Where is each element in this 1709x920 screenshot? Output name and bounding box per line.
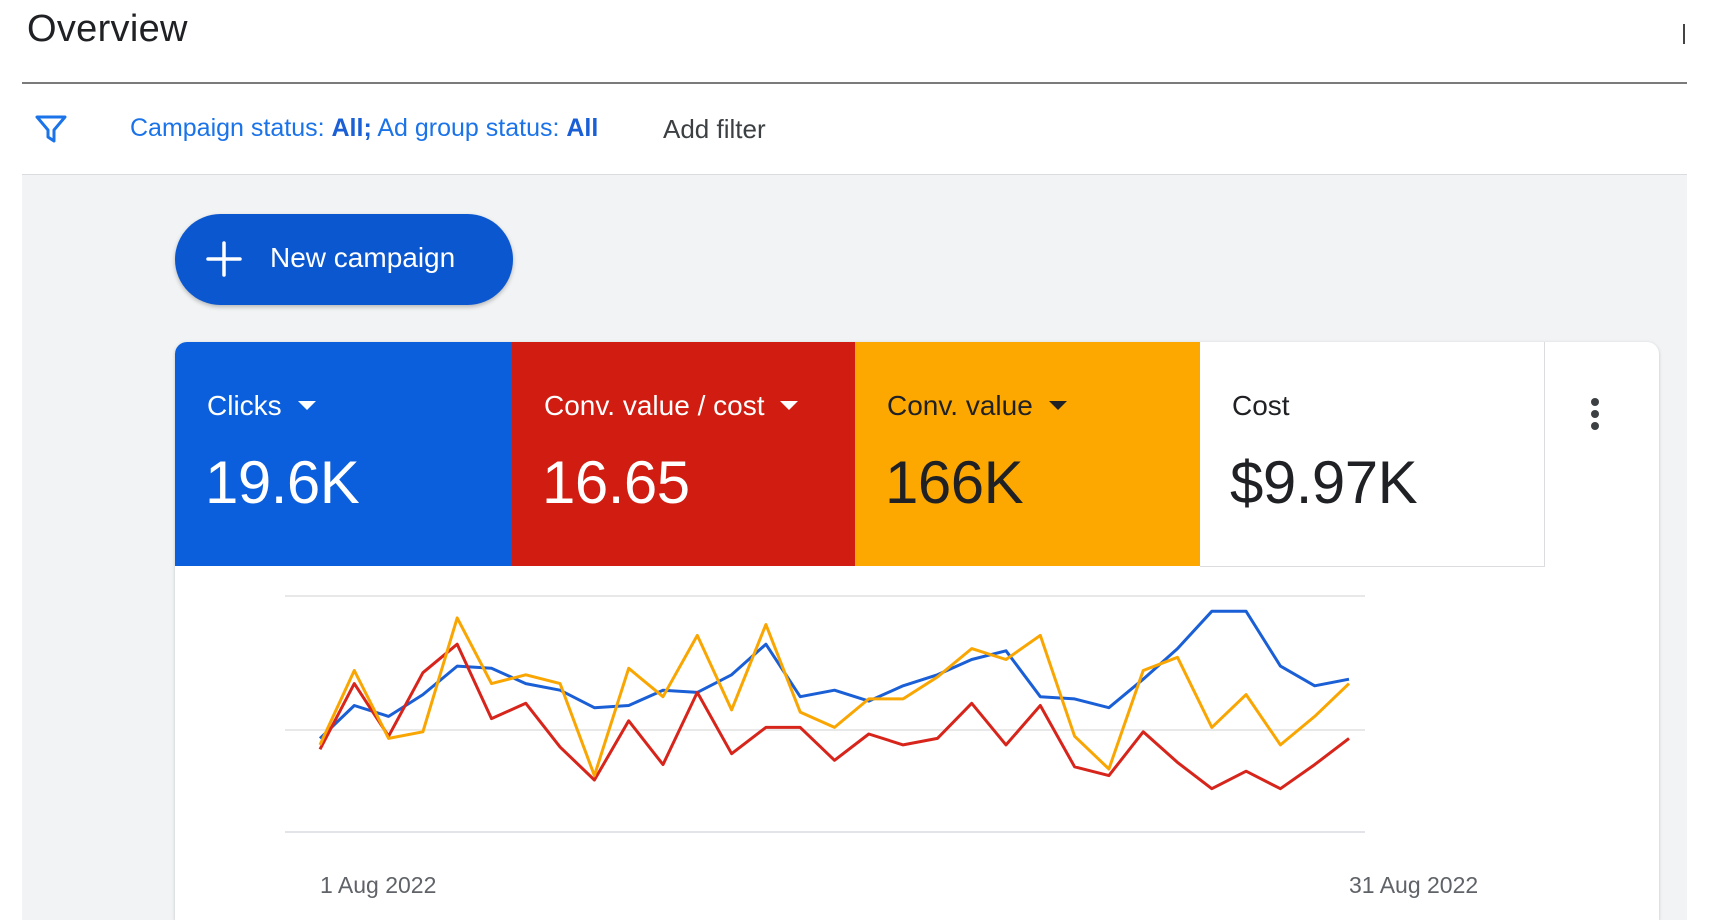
caret-down-icon (1048, 401, 1067, 411)
metric-tile-conv-value[interactable]: Conv. value 166K (855, 342, 1200, 566)
metric-label[interactable]: Cost (1232, 390, 1290, 422)
add-filter-button[interactable]: Add filter (663, 114, 766, 145)
metric-tile-conv-value-per-cost[interactable]: Conv. value / cost 16.65 (512, 342, 855, 566)
performance-card: Clicks 19.6K Conv. value / cost 16.65 Co… (175, 342, 1659, 920)
caret-down-icon (297, 401, 316, 411)
caret-down-icon (780, 401, 799, 411)
top-bar: Overview (0, 0, 1709, 84)
x-axis-start-label: 1 Aug 2022 (320, 872, 437, 898)
new-campaign-label: New campaign (270, 242, 456, 273)
metric-label[interactable]: Conv. value / cost (544, 390, 799, 422)
page-title: Overview (27, 8, 188, 50)
campaign-status-value: All; (331, 114, 372, 142)
metric-value: $9.97K (1230, 449, 1418, 516)
metric-value: 16.65 (542, 449, 690, 516)
campaign-status-label: Campaign status: (130, 114, 325, 142)
metric-label[interactable]: Conv. value (887, 390, 1067, 422)
series-line-0 (318, 609, 1350, 740)
ad-group-status-label: Ad group status: (377, 114, 560, 142)
metric-value: 19.6K (205, 449, 360, 516)
metric-value: 166K (885, 449, 1024, 516)
filter-icon[interactable] (34, 112, 68, 146)
x-axis-end-label: 31 Aug 2022 (1349, 872, 1479, 898)
window-edge-marker (1683, 24, 1685, 44)
new-campaign-button[interactable]: New campaign (175, 214, 513, 305)
active-filters-link[interactable]: Campaign status: All; Ad group status: A… (130, 114, 598, 143)
filter-bar: Campaign status: All; Ad group status: A… (22, 84, 1687, 175)
ad-group-status-value: All (566, 114, 599, 142)
line-chart (285, 595, 1365, 833)
metric-label[interactable]: Clicks (207, 390, 316, 422)
metric-tile-clicks[interactable]: Clicks 19.6K (175, 342, 512, 566)
plus-icon (206, 241, 242, 277)
series-line-2 (318, 616, 1351, 778)
metric-tile-cost[interactable]: Cost $9.97K (1200, 342, 1545, 567)
more-vert-icon[interactable] (1581, 394, 1609, 434)
